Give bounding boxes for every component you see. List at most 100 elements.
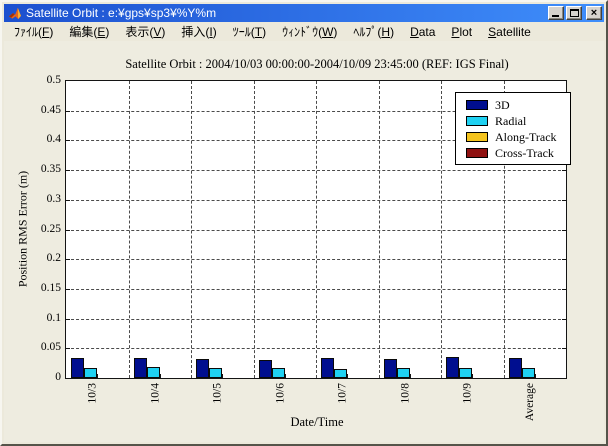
maximize-button[interactable] (566, 6, 582, 20)
legend-item-radial: Radial (456, 113, 570, 129)
y-tick (562, 259, 566, 260)
bar-radial-10-3 (84, 368, 97, 378)
x-tick-label: 10/8 (399, 383, 412, 403)
x-tick (222, 374, 223, 378)
menu-item-h[interactable]: ﾍﾙﾌﾟ(H) (345, 21, 402, 42)
x-tick (97, 374, 98, 378)
x-axis-label: Date/Time (65, 415, 569, 430)
close-icon: × (591, 8, 597, 18)
chart-title: Satellite Orbit : 2004/10/03 00:00:00-20… (65, 57, 569, 72)
y-tick-label: 0.2 (4, 252, 61, 264)
titlebar[interactable]: Satellite Orbit : e:¥gps¥sp3¥%Y%m × (4, 4, 604, 22)
y-tick-label: 0.05 (4, 341, 61, 353)
y-tick (66, 289, 70, 290)
bar-radial-Average (522, 368, 535, 378)
y-tick-label: 0 (4, 371, 61, 383)
y-tick-label: 0.3 (4, 193, 61, 205)
y-tick (562, 230, 566, 231)
y-tick (562, 348, 566, 349)
menu-item-t[interactable]: ﾂｰﾙ(T) (225, 21, 274, 42)
legend-item-along-track: Along-Track (456, 129, 570, 145)
y-tick (66, 111, 70, 112)
bar-radial-10-9 (459, 368, 472, 378)
menu-item-w[interactable]: ｳｨﾝﾄﾞｳ(W) (274, 21, 345, 42)
plot-area: 3DRadialAlong-TrackCross-Track (65, 80, 567, 379)
y-tick (562, 319, 566, 320)
legend-item-3d: 3D (456, 97, 570, 113)
y-tick (562, 200, 566, 201)
x-tick (472, 374, 473, 378)
v-gridline (129, 81, 130, 378)
x-tick (285, 374, 286, 378)
legend-label: Along-Track (495, 130, 557, 145)
v-gridline (316, 81, 317, 378)
y-tick-label: 0.15 (4, 282, 61, 294)
y-tick (66, 319, 70, 320)
menu-item-p[interactable]: Plot (443, 23, 480, 41)
app-icon[interactable] (8, 6, 23, 21)
x-tick-label: 10/3 (87, 383, 100, 403)
minimize-button[interactable] (548, 6, 564, 20)
bar-3d-10-3 (71, 358, 84, 378)
app-window: Satellite Orbit : e:¥gps¥sp3¥%Y%m × ﾌｧｲﾙ… (0, 0, 608, 446)
bar-3d-10-4 (134, 358, 147, 378)
bar-3d-10-7 (321, 358, 334, 378)
legend-item-cross-track: Cross-Track (456, 145, 570, 161)
bar-radial-10-4 (147, 367, 160, 378)
x-tick-label: 10/9 (462, 383, 475, 403)
x-tick (160, 374, 161, 378)
y-tick-label: 0.5 (4, 74, 61, 86)
x-tick-label: 10/7 (337, 383, 350, 403)
x-tick-label: Average (524, 383, 537, 421)
bar-3d-Average (509, 358, 522, 378)
v-gridline (441, 81, 442, 378)
bar-radial-10-7 (334, 369, 347, 378)
window-title: Satellite Orbit : e:¥gps¥sp3¥%Y%m (26, 4, 548, 22)
menu-item-i[interactable]: 挿入(I) (173, 21, 224, 42)
menu-bar: ﾌｧｲﾙ(F)編集(E)表示(V)挿入(I)ﾂｰﾙ(T)ｳｨﾝﾄﾞｳ(W)ﾍﾙﾌ… (4, 22, 604, 41)
y-tick (66, 259, 70, 260)
y-tick (562, 170, 566, 171)
window-controls: × (548, 6, 602, 20)
y-tick (66, 200, 70, 201)
y-tick-label: 0.1 (4, 312, 61, 324)
x-tick (347, 374, 348, 378)
v-gridline (191, 81, 192, 378)
y-tick-label: 0.35 (4, 163, 61, 175)
legend: 3DRadialAlong-TrackCross-Track (455, 92, 571, 165)
y-tick-label: 0.25 (4, 223, 61, 235)
y-tick (66, 348, 70, 349)
menu-item-e[interactable]: 編集(E) (61, 21, 117, 42)
x-tick (535, 374, 536, 378)
menu-item-s[interactable]: Satellite (480, 23, 539, 41)
bar-3d-10-5 (196, 359, 209, 378)
x-tick (410, 374, 411, 378)
figure-area: Satellite Orbit : 2004/10/03 00:00:00-20… (4, 41, 604, 442)
menu-item-f[interactable]: ﾌｧｲﾙ(F) (6, 21, 61, 42)
y-tick (66, 140, 70, 141)
close-button[interactable]: × (586, 6, 602, 20)
y-tick (562, 289, 566, 290)
legend-swatch (466, 132, 488, 142)
bar-radial-10-5 (209, 368, 222, 378)
x-tick-label: 10/5 (212, 383, 225, 403)
x-tick-label: 10/4 (149, 383, 162, 403)
legend-label: Cross-Track (495, 146, 554, 161)
x-tick-label: 10/6 (274, 383, 287, 403)
v-gridline (379, 81, 380, 378)
bar-3d-10-6 (259, 360, 272, 378)
menu-item-d[interactable]: Data (402, 23, 443, 41)
bar-3d-10-8 (384, 359, 397, 378)
legend-swatch (466, 100, 488, 110)
y-tick-label: 0.4 (4, 133, 61, 145)
bar-3d-10-9 (446, 357, 459, 378)
v-gridline (254, 81, 255, 378)
legend-label: 3D (495, 98, 510, 113)
maximize-icon (570, 9, 579, 17)
legend-swatch (466, 148, 488, 158)
bar-radial-10-8 (397, 368, 410, 378)
legend-swatch (466, 116, 488, 126)
menu-item-v[interactable]: 表示(V) (117, 21, 173, 42)
y-tick (66, 230, 70, 231)
y-tick (66, 170, 70, 171)
